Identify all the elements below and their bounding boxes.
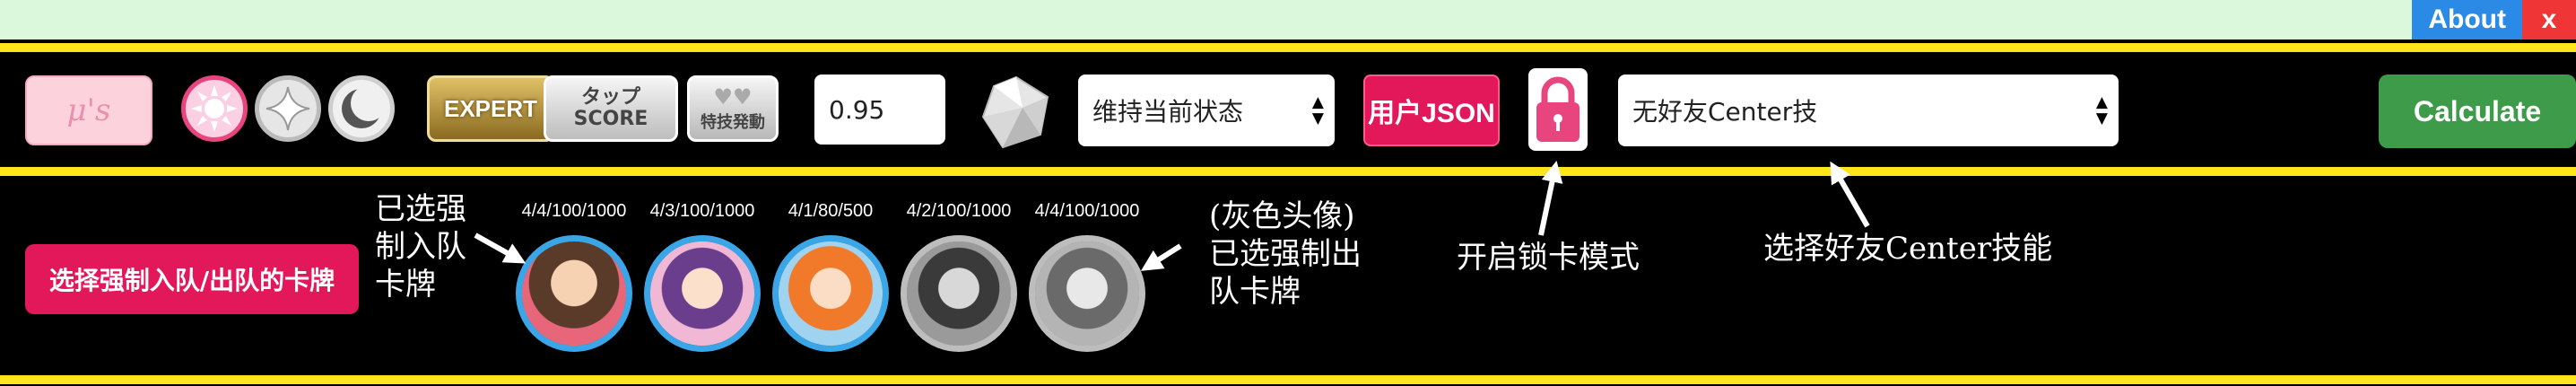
arrow-friend-center <box>1830 161 1870 228</box>
arrow-forced-out <box>1140 243 1182 271</box>
annotation-arrows <box>474 160 1870 271</box>
arrow-forced-in <box>474 232 527 264</box>
arrow-lock-mode <box>1538 160 1563 236</box>
